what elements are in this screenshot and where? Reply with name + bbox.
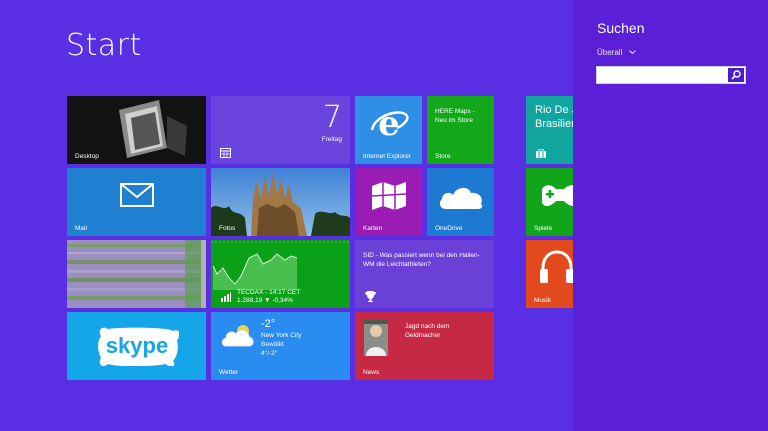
- tile-games-label: Spiele: [534, 225, 553, 232]
- tile-news[interactable]: Jagd nach dem Geldmacher News: [355, 312, 494, 380]
- tile-maps-label: Karten: [363, 225, 383, 232]
- cloud-icon: [439, 187, 483, 209]
- tile-music[interactable]: Musik: [526, 240, 573, 308]
- tile-onedrive-label: OneDrive: [435, 225, 463, 232]
- calendar-day-number: 7: [322, 100, 342, 135]
- tile-onedrive[interactable]: OneDrive: [427, 168, 494, 236]
- tile-photos-label: Fotos: [219, 225, 236, 232]
- store-text-line1: HERE Maps -: [435, 108, 475, 115]
- search-input[interactable]: [597, 67, 728, 83]
- tile-news-label: News: [363, 369, 380, 376]
- store-text-line2: Neu im Store: [435, 117, 473, 124]
- tile-photos[interactable]: Fotos: [211, 168, 350, 236]
- news-headline-line2: Geldmacher: [405, 332, 441, 339]
- news-thumbnail-image: [364, 320, 388, 356]
- tile-store-label: Store: [435, 153, 451, 160]
- tile-skype[interactable]: skype: [67, 312, 206, 380]
- weather-condition: Bewölkt: [261, 341, 284, 348]
- weather-range: 4°/-2°: [261, 350, 278, 357]
- tile-store[interactable]: HERE Maps - Neu im Store Store: [427, 96, 494, 164]
- tile-mail[interactable]: Mail: [67, 168, 206, 236]
- tile-desktop-label: Desktop: [75, 153, 99, 160]
- mail-envelope-icon: [120, 183, 154, 207]
- svg-text:skype: skype: [106, 333, 168, 358]
- search-scope-label: Überall: [597, 48, 623, 57]
- finance-index: TECDAX - 14:17 CET: [237, 289, 301, 296]
- chevron-down-icon: [628, 50, 636, 55]
- search-scope-dropdown[interactable]: Überall: [597, 48, 636, 57]
- news-headline-line1: Jagd nach dem: [405, 323, 450, 330]
- game-controller-icon: [542, 185, 573, 207]
- map-icon: [371, 182, 407, 210]
- tile-finance[interactable]: TECDAX - 14:17 CET 1.288,19 ▼ -0,34%: [211, 240, 350, 308]
- travel-icon: [536, 149, 546, 158]
- tile-games[interactable]: Spiele: [526, 168, 573, 236]
- search-icon: [731, 70, 741, 80]
- tile-rio[interactable]: Rio De J Brasilien: [526, 96, 573, 164]
- search-title: Suchen: [597, 20, 645, 36]
- finance-chart-graphic: [211, 241, 350, 290]
- blurred-app-image: [67, 240, 206, 308]
- headphones-icon: [540, 250, 573, 283]
- start-title: Start: [66, 28, 142, 63]
- tile-weather[interactable]: -2° New York City Bewölkt 4°/-2° Wetter: [211, 312, 350, 380]
- tile-blurred-app[interactable]: [67, 240, 206, 308]
- tile-calendar[interactable]: 7 Freitag: [211, 96, 350, 164]
- tile-maps[interactable]: Karten: [355, 168, 422, 236]
- tile-weather-label: Wetter: [219, 369, 239, 376]
- tile-internet-explorer-label: Internet Explorer: [363, 153, 412, 160]
- tile-mail-label: Mail: [75, 225, 87, 232]
- internet-explorer-icon: e: [370, 106, 409, 142]
- search-box: [596, 66, 746, 84]
- calendar-icon: [220, 148, 231, 158]
- search-pane: Suchen Überall: [573, 0, 768, 431]
- search-button[interactable]: [728, 68, 744, 82]
- weather-temp: -2°: [261, 318, 276, 330]
- tile-desktop[interactable]: Desktop: [67, 96, 206, 164]
- start-screen: Start Desktop 7 Freitag e Internet Explo…: [0, 0, 573, 431]
- calendar-day-name: Freitag: [321, 136, 342, 143]
- rio-text-line1: Rio De J: [535, 104, 573, 116]
- tile-sport[interactable]: SID - Was passiert wenn bei den Hallen-W…: [355, 240, 494, 308]
- tile-music-label: Musik: [534, 297, 551, 304]
- trophy-icon: [365, 291, 376, 302]
- sport-headline: SID - Was passiert wenn bei den Hallen-W…: [363, 252, 480, 268]
- weather-city: New York City: [261, 332, 302, 339]
- finance-chart-icon: [221, 292, 231, 302]
- rio-text-line2: Brasilien: [535, 118, 573, 130]
- tile-internet-explorer[interactable]: e Internet Explorer: [355, 96, 422, 164]
- skype-logo-icon: skype: [98, 327, 179, 366]
- finance-value: 1.288,19 ▼ -0,34%: [237, 297, 293, 304]
- weather-cloud-sun-icon: [221, 325, 254, 347]
